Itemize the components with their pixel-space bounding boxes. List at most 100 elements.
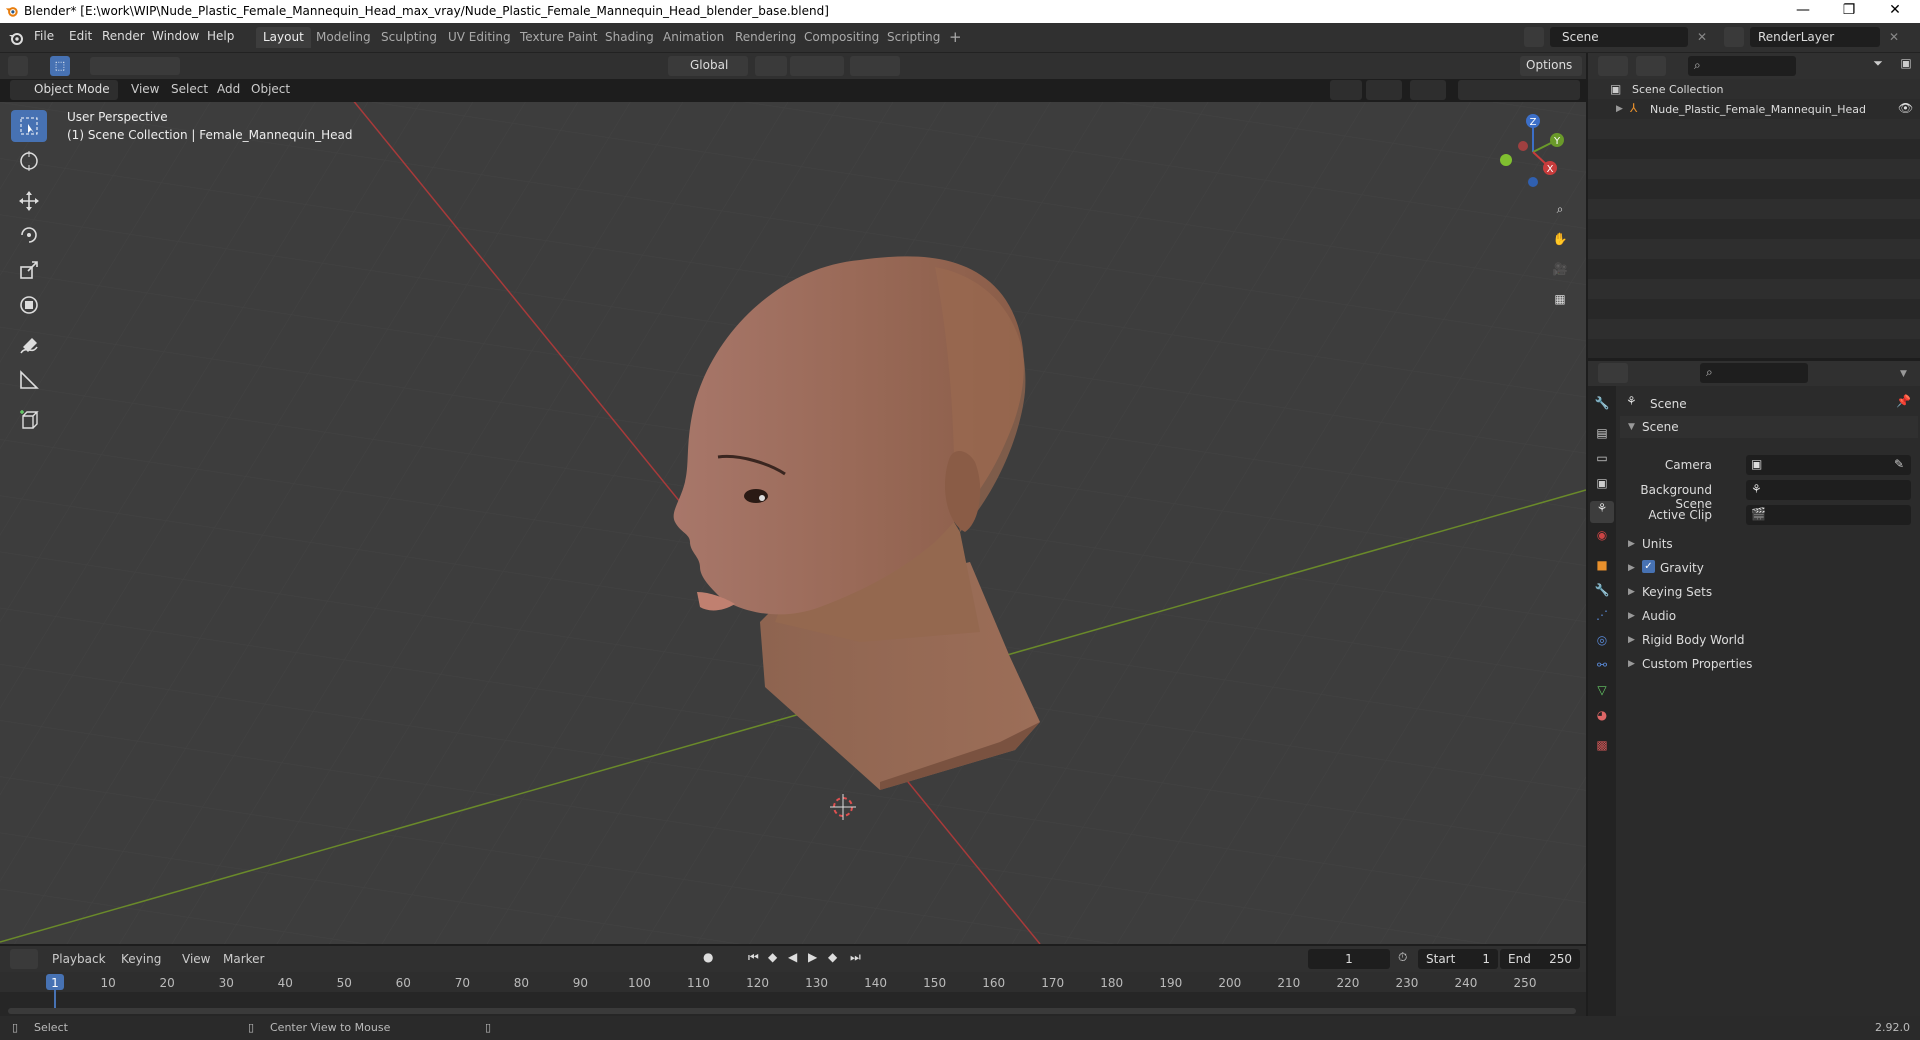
panel-keying-sets[interactable]: ▶ Keying Sets bbox=[1620, 582, 1918, 602]
menu-window[interactable]: Window bbox=[152, 29, 199, 43]
world-tab-icon[interactable]: ◉ bbox=[1592, 528, 1612, 548]
shading-mode-buttons[interactable] bbox=[1458, 80, 1580, 100]
viewport-menu-select[interactable]: Select bbox=[171, 82, 208, 96]
renderlayer-browse-icon[interactable] bbox=[1724, 27, 1744, 47]
panel-custom-properties[interactable]: ▶ Custom Properties bbox=[1620, 654, 1918, 674]
add-workspace-button[interactable]: + bbox=[942, 27, 969, 48]
editor-type-icon[interactable] bbox=[8, 56, 28, 76]
current-frame-field[interactable]: 1 bbox=[1308, 949, 1390, 969]
view-layer-tab-icon[interactable]: ▣ bbox=[1592, 476, 1612, 496]
minimize-button[interactable]: — bbox=[1780, 0, 1826, 23]
visibility-icon[interactable] bbox=[1330, 80, 1362, 100]
scene-collection-label[interactable]: Scene Collection bbox=[1632, 83, 1723, 96]
panel-units[interactable]: ▶ Units bbox=[1620, 534, 1918, 554]
play-reverse-icon[interactable]: ◀ bbox=[788, 950, 797, 964]
tool-measure[interactable] bbox=[11, 364, 47, 396]
eyedropper-icon[interactable]: ✎ bbox=[1894, 457, 1904, 471]
physics-tab-icon[interactable]: ◎ bbox=[1592, 633, 1612, 653]
start-frame-field[interactable]: Start 1 bbox=[1418, 949, 1498, 969]
tool-scale[interactable] bbox=[11, 254, 47, 286]
object-tab-icon[interactable]: ■ bbox=[1592, 558, 1612, 578]
outliner-row[interactable]: ▶ ⅄ Nude_Plastic_Female_Mannequin_Head 👁 bbox=[1588, 99, 1920, 119]
mannequin-head-model[interactable] bbox=[0, 102, 1586, 944]
timeline-menu-view[interactable]: View bbox=[182, 952, 210, 966]
tab-scripting[interactable]: Scripting bbox=[880, 27, 947, 48]
particles-tab-icon[interactable]: ⋰ bbox=[1592, 608, 1612, 628]
scene-close-icon[interactable]: ✕ bbox=[1692, 27, 1712, 47]
expand-arrow-icon[interactable]: ▶ bbox=[1616, 104, 1623, 114]
jump-keyframe-back-icon[interactable]: ◆ bbox=[768, 950, 777, 964]
outliner-search-input[interactable] bbox=[1688, 56, 1796, 76]
camera-view-icon[interactable]: 🎥 bbox=[1549, 258, 1571, 280]
tab-rendering[interactable]: Rendering bbox=[728, 27, 803, 48]
tool-annotate[interactable] bbox=[11, 330, 47, 362]
timeline-menu-keying[interactable]: Keying bbox=[121, 952, 161, 966]
texture-tab-icon[interactable]: ▩ bbox=[1592, 738, 1612, 758]
zoom-icon[interactable]: ⌕ bbox=[1549, 198, 1571, 220]
active-clip-field[interactable] bbox=[1746, 505, 1911, 525]
auto-keying-icon[interactable]: ● bbox=[703, 950, 713, 964]
panel-rigid-body-world[interactable]: ▶ Rigid Body World bbox=[1620, 630, 1918, 650]
jump-end-icon[interactable]: ⏭ bbox=[850, 950, 861, 965]
data-tab-icon[interactable]: ▽ bbox=[1592, 683, 1612, 703]
perspective-toggle-icon[interactable]: ▦ bbox=[1549, 288, 1571, 310]
viewport-menu-view[interactable]: View bbox=[131, 82, 159, 96]
overlay-toggle-icon[interactable] bbox=[1410, 80, 1446, 100]
display-mode-icon[interactable] bbox=[1636, 56, 1666, 76]
properties-options-icon[interactable]: ▼ bbox=[1900, 369, 1907, 379]
close-button[interactable]: ✕ bbox=[1872, 0, 1918, 23]
tool-cursor[interactable] bbox=[11, 145, 47, 177]
transform-orientation-dropdown[interactable]: Global bbox=[668, 56, 748, 76]
material-tab-icon[interactable]: ◕ bbox=[1592, 708, 1612, 728]
snap-icon[interactable] bbox=[790, 56, 844, 76]
gizmo-toggle-icon[interactable] bbox=[1366, 80, 1402, 100]
tab-uv-editing[interactable]: UV Editing bbox=[441, 27, 518, 48]
maximize-button[interactable]: ❐ bbox=[1826, 0, 1872, 23]
select-tool-icon[interactable]: ⬚ bbox=[50, 56, 70, 76]
tab-layout[interactable]: Layout bbox=[256, 27, 311, 48]
timeline-area[interactable]: 1 10 20 30 40 50 60 70 80 90 100 110 120 130 140 150 160… bbox=[0, 972, 1588, 1016]
menu-render[interactable]: Render bbox=[102, 29, 145, 43]
render-tab-icon[interactable]: ▤ bbox=[1592, 426, 1612, 446]
jump-keyframe-forward-icon[interactable]: ◆ bbox=[828, 950, 837, 964]
properties-editor-type-icon[interactable] bbox=[1598, 363, 1628, 383]
tool-select-box[interactable] bbox=[11, 110, 47, 142]
pan-hand-icon[interactable]: ✋ bbox=[1549, 228, 1571, 250]
renderlayer-selector[interactable]: RenderLayer bbox=[1750, 27, 1880, 47]
end-frame-field[interactable]: End 250 bbox=[1500, 949, 1580, 969]
tab-sculpting[interactable]: Sculpting bbox=[374, 27, 444, 48]
panel-audio[interactable]: ▶ Audio bbox=[1620, 606, 1918, 626]
timeline-menu-marker[interactable]: Marker bbox=[223, 952, 264, 966]
navigation-gizmo[interactable]: Z Y X bbox=[1490, 112, 1586, 192]
gravity-checkbox[interactable]: ✓ bbox=[1642, 560, 1655, 573]
filter-icon[interactable]: ⏷ bbox=[1863, 56, 1893, 76]
tool-move[interactable] bbox=[11, 185, 47, 217]
tab-shading[interactable]: Shading bbox=[598, 27, 661, 48]
new-collection-icon[interactable]: ▣ bbox=[1896, 56, 1916, 76]
timeline-menu-playback[interactable]: Playback bbox=[52, 952, 106, 966]
tool-rotate[interactable] bbox=[11, 219, 47, 251]
timeline-scrollbar[interactable] bbox=[8, 1008, 1576, 1014]
tab-modeling[interactable]: Modeling bbox=[309, 27, 378, 48]
eye-icon[interactable]: 👁 bbox=[1898, 101, 1913, 115]
scene-tab-icon[interactable]: ⚘ bbox=[1590, 501, 1614, 523]
object-mode-dropdown[interactable]: Object Mode bbox=[10, 80, 118, 100]
output-tab-icon[interactable]: ▭ bbox=[1592, 451, 1612, 471]
tab-compositing[interactable]: Compositing bbox=[797, 27, 886, 48]
menu-file[interactable]: File bbox=[34, 29, 54, 43]
viewport-menu-add[interactable]: Add bbox=[217, 82, 240, 96]
3d-viewport[interactable]: User Perspective (1) Scene Collection | … bbox=[0, 102, 1586, 944]
selection-mode-buttons[interactable] bbox=[90, 57, 180, 75]
preview-range-icon[interactable]: ⏱ bbox=[1398, 950, 1407, 965]
tab-animation[interactable]: Animation bbox=[656, 27, 731, 48]
scene-browse-icon[interactable] bbox=[1524, 27, 1544, 47]
properties-search-input[interactable] bbox=[1700, 363, 1808, 383]
tool-tab-icon[interactable]: 🔧 bbox=[1592, 396, 1612, 416]
tool-add-cube[interactable] bbox=[11, 404, 47, 436]
constraints-tab-icon[interactable]: ⚯ bbox=[1592, 658, 1612, 678]
panel-gravity[interactable]: ▶ ✓ Gravity bbox=[1620, 558, 1918, 578]
pivot-point-icon[interactable] bbox=[755, 56, 787, 76]
options-dropdown[interactable]: Options bbox=[1520, 56, 1582, 76]
jump-start-icon[interactable]: ⏮ bbox=[748, 950, 759, 965]
modifier-tab-icon[interactable]: 🔧 bbox=[1592, 583, 1612, 603]
